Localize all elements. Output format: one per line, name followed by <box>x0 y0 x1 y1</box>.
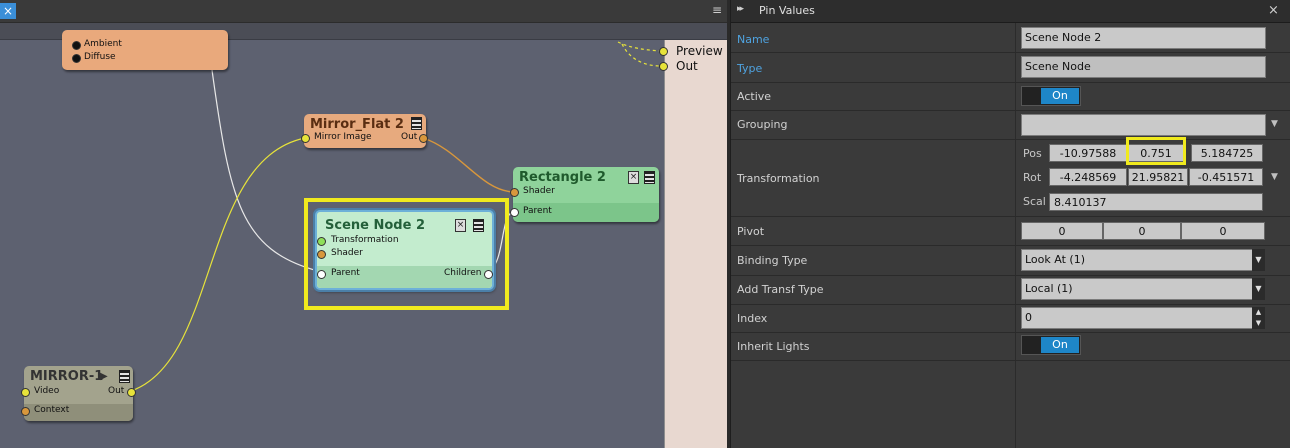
node-title: Rectangle 2 <box>519 170 606 185</box>
mirror-flat-node[interactable]: Mirror_Flat 2 Mirror Image Out <box>301 114 428 148</box>
pos-y-highlight <box>1126 137 1186 165</box>
rot-z-field[interactable]: -0.451571 <box>1189 168 1263 186</box>
pos-x-field[interactable]: -10.97588 <box>1049 144 1127 162</box>
inherit-lights-toggle-state: On <box>1041 337 1079 353</box>
parent-pin-label: Parent <box>523 206 552 216</box>
diffuse-pin-dot[interactable] <box>72 54 81 63</box>
node-title: Mirror_Flat 2 <box>310 117 404 132</box>
shader-pin-label: Shader <box>523 186 555 196</box>
context-pin-label: Context <box>34 405 70 415</box>
panel-divider <box>1015 361 1016 448</box>
row-active: Active On <box>731 83 1290 111</box>
ambient-pin-label: Ambient <box>84 39 122 49</box>
add-transf-type-label: Add Transf Type <box>737 283 824 296</box>
pin-values-panel: ▸▸ Pin Values × Name Scene Node 2 Type S… <box>730 0 1290 448</box>
inherit-lights-label: Inherit Lights <box>737 340 810 353</box>
ambient-pin-dot[interactable] <box>72 41 81 50</box>
row-pivot: Pivot 0 0 0 <box>731 217 1290 246</box>
out-pin-dot[interactable] <box>127 388 136 397</box>
inherit-lights-toggle[interactable]: On <box>1021 335 1081 355</box>
grouping-field[interactable] <box>1021 114 1266 136</box>
scal-label: Scal <box>1023 195 1046 208</box>
material-node[interactable]: Ambient Diffuse <box>62 30 228 70</box>
pos-z-field[interactable]: 5.184725 <box>1191 144 1263 162</box>
rectangle-node[interactable]: Rectangle 2 × Shader Parent <box>510 167 659 222</box>
video-pin-dot[interactable] <box>21 388 30 397</box>
row-transformation: Transformation Pos -10.97588 0.751 5.184… <box>731 140 1290 217</box>
rot-label: Rot <box>1023 171 1042 184</box>
preview-pin-label: Preview <box>676 44 723 58</box>
out-pin-dot[interactable] <box>419 134 428 143</box>
panel-title: Pin Values <box>759 4 815 17</box>
wire-top-to-scene-parent <box>211 69 319 272</box>
video-pin-label: Video <box>34 386 60 396</box>
active-label: Active <box>737 90 772 103</box>
out-pin-dot[interactable] <box>659 62 668 71</box>
selection-highlight <box>304 198 509 310</box>
chevron-down-icon[interactable]: ▼ <box>1252 278 1265 300</box>
mirror-image-pin-label: Mirror Image <box>314 132 372 142</box>
pivot-label: Pivot <box>737 225 765 238</box>
index-label: Index <box>737 312 768 325</box>
context-pin-dot[interactable] <box>21 407 30 416</box>
node-title: MIRROR-1 <box>30 369 104 384</box>
rot-y-field[interactable]: 21.95821 <box>1128 168 1188 186</box>
rot-x-field[interactable]: -4.248569 <box>1049 168 1127 186</box>
out-pin-label: Out <box>676 59 698 73</box>
mirror-image-pin-dot[interactable] <box>301 134 310 143</box>
wire-out <box>621 43 662 67</box>
name-label: Name <box>737 33 770 46</box>
node-menu-icon[interactable] <box>644 171 655 184</box>
row-grouping: Grouping ▼ <box>731 111 1290 140</box>
pos-label: Pos <box>1023 147 1042 160</box>
parent-pin-dot[interactable] <box>510 208 519 217</box>
scale-field[interactable]: 8.410137 <box>1049 193 1263 211</box>
transformation-label: Transformation <box>737 172 820 185</box>
type-label: Type <box>737 62 763 75</box>
chevron-down-icon[interactable]: ▼ <box>1271 119 1278 129</box>
pivot-y-field[interactable]: 0 <box>1103 222 1181 240</box>
active-toggle-state: On <box>1041 88 1079 104</box>
wire-mirror-flat-to-rect <box>422 137 514 193</box>
name-field[interactable]: Scene Node 2 <box>1021 27 1266 49</box>
grouping-label: Grouping <box>737 118 788 131</box>
preview-pin-dot[interactable] <box>659 47 668 56</box>
binding-type-label: Binding Type <box>737 254 808 267</box>
chevron-down-icon[interactable]: ▼ <box>1252 249 1265 271</box>
node-menu-icon[interactable] <box>411 117 422 130</box>
panel-header: ▸▸ Pin Values × <box>731 0 1290 23</box>
node-menu-icon[interactable] <box>119 370 130 383</box>
panel-collapse-icon[interactable]: ▸▸ <box>737 4 744 14</box>
wire-mirror1-to-mirror-flat <box>130 137 306 392</box>
pivot-x-field[interactable]: 0 <box>1021 222 1103 240</box>
active-toggle[interactable]: On <box>1021 86 1081 106</box>
row-add-transf-type: Add Transf Type Local (1) ▼ <box>731 276 1290 305</box>
shader-pin-dot[interactable] <box>510 188 519 197</box>
index-field[interactable]: 0 <box>1021 307 1253 329</box>
spinner-icon[interactable]: ▲ ▼ <box>1252 307 1265 329</box>
row-name: Name Scene Node 2 <box>731 23 1290 53</box>
close-icon[interactable]: × <box>628 171 639 184</box>
pivot-z-field[interactable]: 0 <box>1181 222 1265 240</box>
binding-type-select[interactable]: Look At (1) <box>1021 249 1253 271</box>
wire-preview <box>617 41 662 52</box>
out-pin-label: Out <box>108 386 125 396</box>
play-icon[interactable]: ▶ <box>100 371 108 382</box>
row-type: Type Scene Node <box>731 53 1290 83</box>
row-index: Index 0 ▲ ▼ <box>731 305 1290 333</box>
diffuse-pin-label: Diffuse <box>84 52 116 62</box>
chevron-down-icon[interactable]: ▼ <box>1271 172 1278 182</box>
preview-area <box>664 40 727 448</box>
add-transf-type-select[interactable]: Local (1) <box>1021 278 1253 300</box>
row-inherit-lights: Inherit Lights On <box>731 333 1290 361</box>
mirror1-node[interactable]: MIRROR-1 ▶ Video Out Context <box>21 366 136 421</box>
close-icon[interactable]: × <box>1268 3 1279 18</box>
type-field: Scene Node <box>1021 56 1266 78</box>
row-binding-type: Binding Type Look At (1) ▼ <box>731 246 1290 276</box>
out-pin-label: Out <box>401 132 418 142</box>
node-graph-canvas[interactable]: × ≡ Preview Out Ambient Diffuse Mirror_F… <box>0 0 727 448</box>
